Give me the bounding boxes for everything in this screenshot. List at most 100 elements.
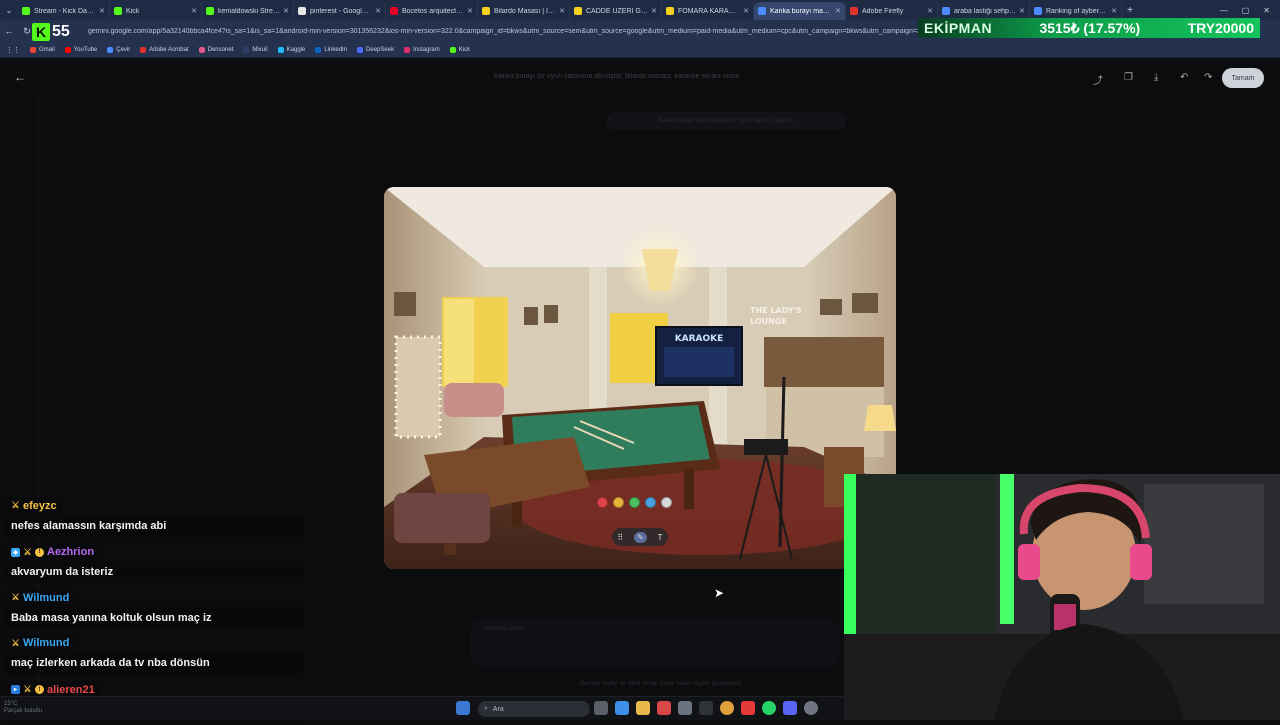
tab-search-icon[interactable]: ⌄	[0, 0, 18, 20]
tab-close-icon[interactable]: ✕	[743, 7, 749, 15]
edge-icon[interactable]	[615, 701, 629, 715]
tab-close-icon[interactable]: ✕	[283, 7, 289, 15]
download-icon[interactable]: ⤓	[1154, 72, 1158, 83]
browser-tab[interactable]: pinterest - Google'da a✕	[294, 2, 386, 20]
copy-icon[interactable]: ❐	[1124, 72, 1133, 83]
new-tab-button[interactable]: +	[1122, 5, 1138, 16]
bookmark-label: Çevir	[116, 46, 131, 53]
done-button[interactable]: Tamam	[1222, 68, 1264, 88]
chat-badge-icon: ⚔	[11, 592, 20, 602]
weather-text: Parçalı bulutlu	[4, 708, 43, 714]
prompt-input[interactable]: Gemini'a sorun	[470, 618, 840, 668]
brush-tool-icon[interactable]: ✎	[634, 531, 647, 543]
tab-label: FOMARA KARAKAŞGİL	[678, 7, 740, 15]
chat-message: ◆ ⚔! Aezhrion akvaryum da isteriz	[6, 541, 306, 583]
browser-tab[interactable]: CADDE ÜZERİ GENİŞ K✕	[570, 2, 662, 20]
tab-label: Bocetos arquitectónic	[402, 7, 465, 15]
chat-text: akvaryum da isteriz	[6, 561, 304, 583]
goal-progress: 3515₺ (17.57%)	[1039, 19, 1141, 36]
browser-tab[interactable]: kemaldowski Stream ✕	[202, 2, 294, 20]
tab-close-icon[interactable]: ✕	[375, 7, 381, 15]
apps-grid-icon[interactable]: ⋮⋮	[6, 46, 20, 54]
tab-close-icon[interactable]: ✕	[835, 7, 841, 15]
bookmark-item[interactable]: YouTube	[64, 46, 98, 53]
tab-close-icon[interactable]: ✕	[651, 7, 657, 15]
browser-tab[interactable]: Stream - Kick Dashbo...✕	[18, 2, 110, 20]
bookmark-item[interactable]: Mixuil	[243, 46, 268, 53]
browser-tab[interactable]: Kanka burayı mam cav✕	[754, 2, 846, 20]
bookmark-item[interactable]: DeepSeek	[357, 46, 394, 53]
redo-icon[interactable]: ↷	[1204, 72, 1212, 83]
tab-close-icon[interactable]: ✕	[1111, 7, 1117, 15]
tab-close-icon[interactable]: ✕	[467, 7, 473, 15]
youtube-icon[interactable]	[741, 701, 755, 715]
undo-icon[interactable]: ↶	[1180, 72, 1188, 83]
tab-close-icon[interactable]: ✕	[927, 7, 933, 15]
chat-text: maç izlerken arkada da tv nba dönsün	[6, 652, 304, 674]
chat-badge-icon: ◆	[11, 547, 20, 557]
color-swatch[interactable]	[661, 497, 672, 508]
bookmark-label: LinkedIn	[324, 46, 348, 53]
task-view-icon[interactable]	[594, 701, 608, 715]
tab-close-icon[interactable]: ✕	[99, 7, 105, 15]
bookmarks-bar: ⋮⋮ Gmail YouTube Çevir Adobe Acrobat Densone…	[0, 42, 1280, 58]
bookmark-item[interactable]: Kaggle	[277, 46, 305, 53]
bookmark-item[interactable]: Adobe Acrobat	[140, 46, 189, 53]
tab-label: Bilardo Masası | İKASA	[494, 7, 556, 15]
chrome-icon[interactable]	[720, 701, 734, 715]
chat-badge-icon: ⚔	[23, 684, 32, 694]
tab-favicon-icon	[942, 7, 950, 15]
start-icon[interactable]	[456, 701, 470, 715]
browser-tab[interactable]: Kick ✕	[110, 2, 202, 20]
app-icon[interactable]	[699, 701, 713, 715]
file-explorer-icon[interactable]	[636, 701, 650, 715]
store-icon[interactable]	[678, 701, 692, 715]
bookmark-favicon-icon	[64, 46, 71, 53]
color-swatch[interactable]	[597, 497, 608, 508]
whatsapp-icon[interactable]	[762, 701, 776, 715]
browser-tab[interactable]: Bocetos arquitectónic ✕	[386, 2, 478, 20]
browser-tab[interactable]: FOMARA KARAKAŞGİL✕	[662, 2, 754, 20]
share-icon[interactable]: ⤴	[1093, 72, 1103, 87]
calendar-icon[interactable]	[657, 701, 671, 715]
bookmark-item[interactable]: Densonet	[198, 46, 233, 53]
close-window-icon[interactable]: ✕	[1263, 6, 1270, 15]
chat-header: ⚔ Wilmund	[6, 589, 75, 606]
bookmark-item[interactable]: Kick	[449, 46, 470, 53]
drag-handle-icon[interactable]: ⠿	[617, 533, 623, 542]
tab-close-icon[interactable]: ✕	[559, 7, 565, 15]
color-swatch[interactable]	[645, 497, 656, 508]
karaoke-text: KARAOKE	[675, 334, 724, 344]
tab-close-icon[interactable]: ✕	[191, 7, 197, 15]
obs-icon[interactable]	[804, 701, 818, 715]
maximize-icon[interactable]: ▢	[1242, 6, 1250, 15]
text-tool-icon[interactable]: T	[658, 533, 663, 542]
bookmark-item[interactable]: Gmail	[30, 46, 55, 53]
bookmark-item[interactable]: Instagram	[404, 46, 440, 53]
window-controls: — ▢ ✕	[1220, 6, 1280, 15]
weather-widget[interactable]: 15°C Parçalı bulutlu	[4, 701, 42, 715]
color-swatch[interactable]	[629, 497, 640, 508]
discord-icon[interactable]	[783, 701, 797, 715]
taskbar-search[interactable]: ⌕ Ara	[478, 701, 590, 717]
bookmark-item[interactable]: LinkedIn	[315, 46, 348, 53]
bookmark-favicon-icon	[107, 46, 114, 53]
back-arrow-icon[interactable]: ←	[14, 70, 26, 84]
tab-label: Stream - Kick Dashbo...	[34, 7, 96, 15]
bookmark-label: YouTube	[73, 46, 98, 53]
weather-temp: 15°C	[4, 701, 18, 707]
back-nav-icon[interactable]: ←	[0, 26, 18, 36]
chat-badge-icon: !	[35, 547, 44, 557]
tab-label: pinterest - Google'da a	[310, 7, 373, 15]
color-swatch[interactable]	[613, 497, 624, 508]
kick-count: 55	[52, 23, 70, 40]
webcam-feed	[844, 474, 1280, 720]
chat-badge-icon: ⚔	[23, 546, 32, 557]
tab-label: araba lastiği sehpa -	[954, 7, 1017, 15]
browser-tab[interactable]: Bilardo Masası | İKASA✕	[478, 2, 570, 20]
chat-header: ◆ ⚔! Aezhrion	[6, 544, 100, 560]
generated-image[interactable]: KARAOKE THE LADY'S LOUNGE	[384, 187, 896, 569]
minimize-icon[interactable]: —	[1220, 6, 1228, 15]
tab-close-icon[interactable]: ✕	[1019, 7, 1025, 15]
bookmark-item[interactable]: Çevir	[107, 46, 131, 53]
